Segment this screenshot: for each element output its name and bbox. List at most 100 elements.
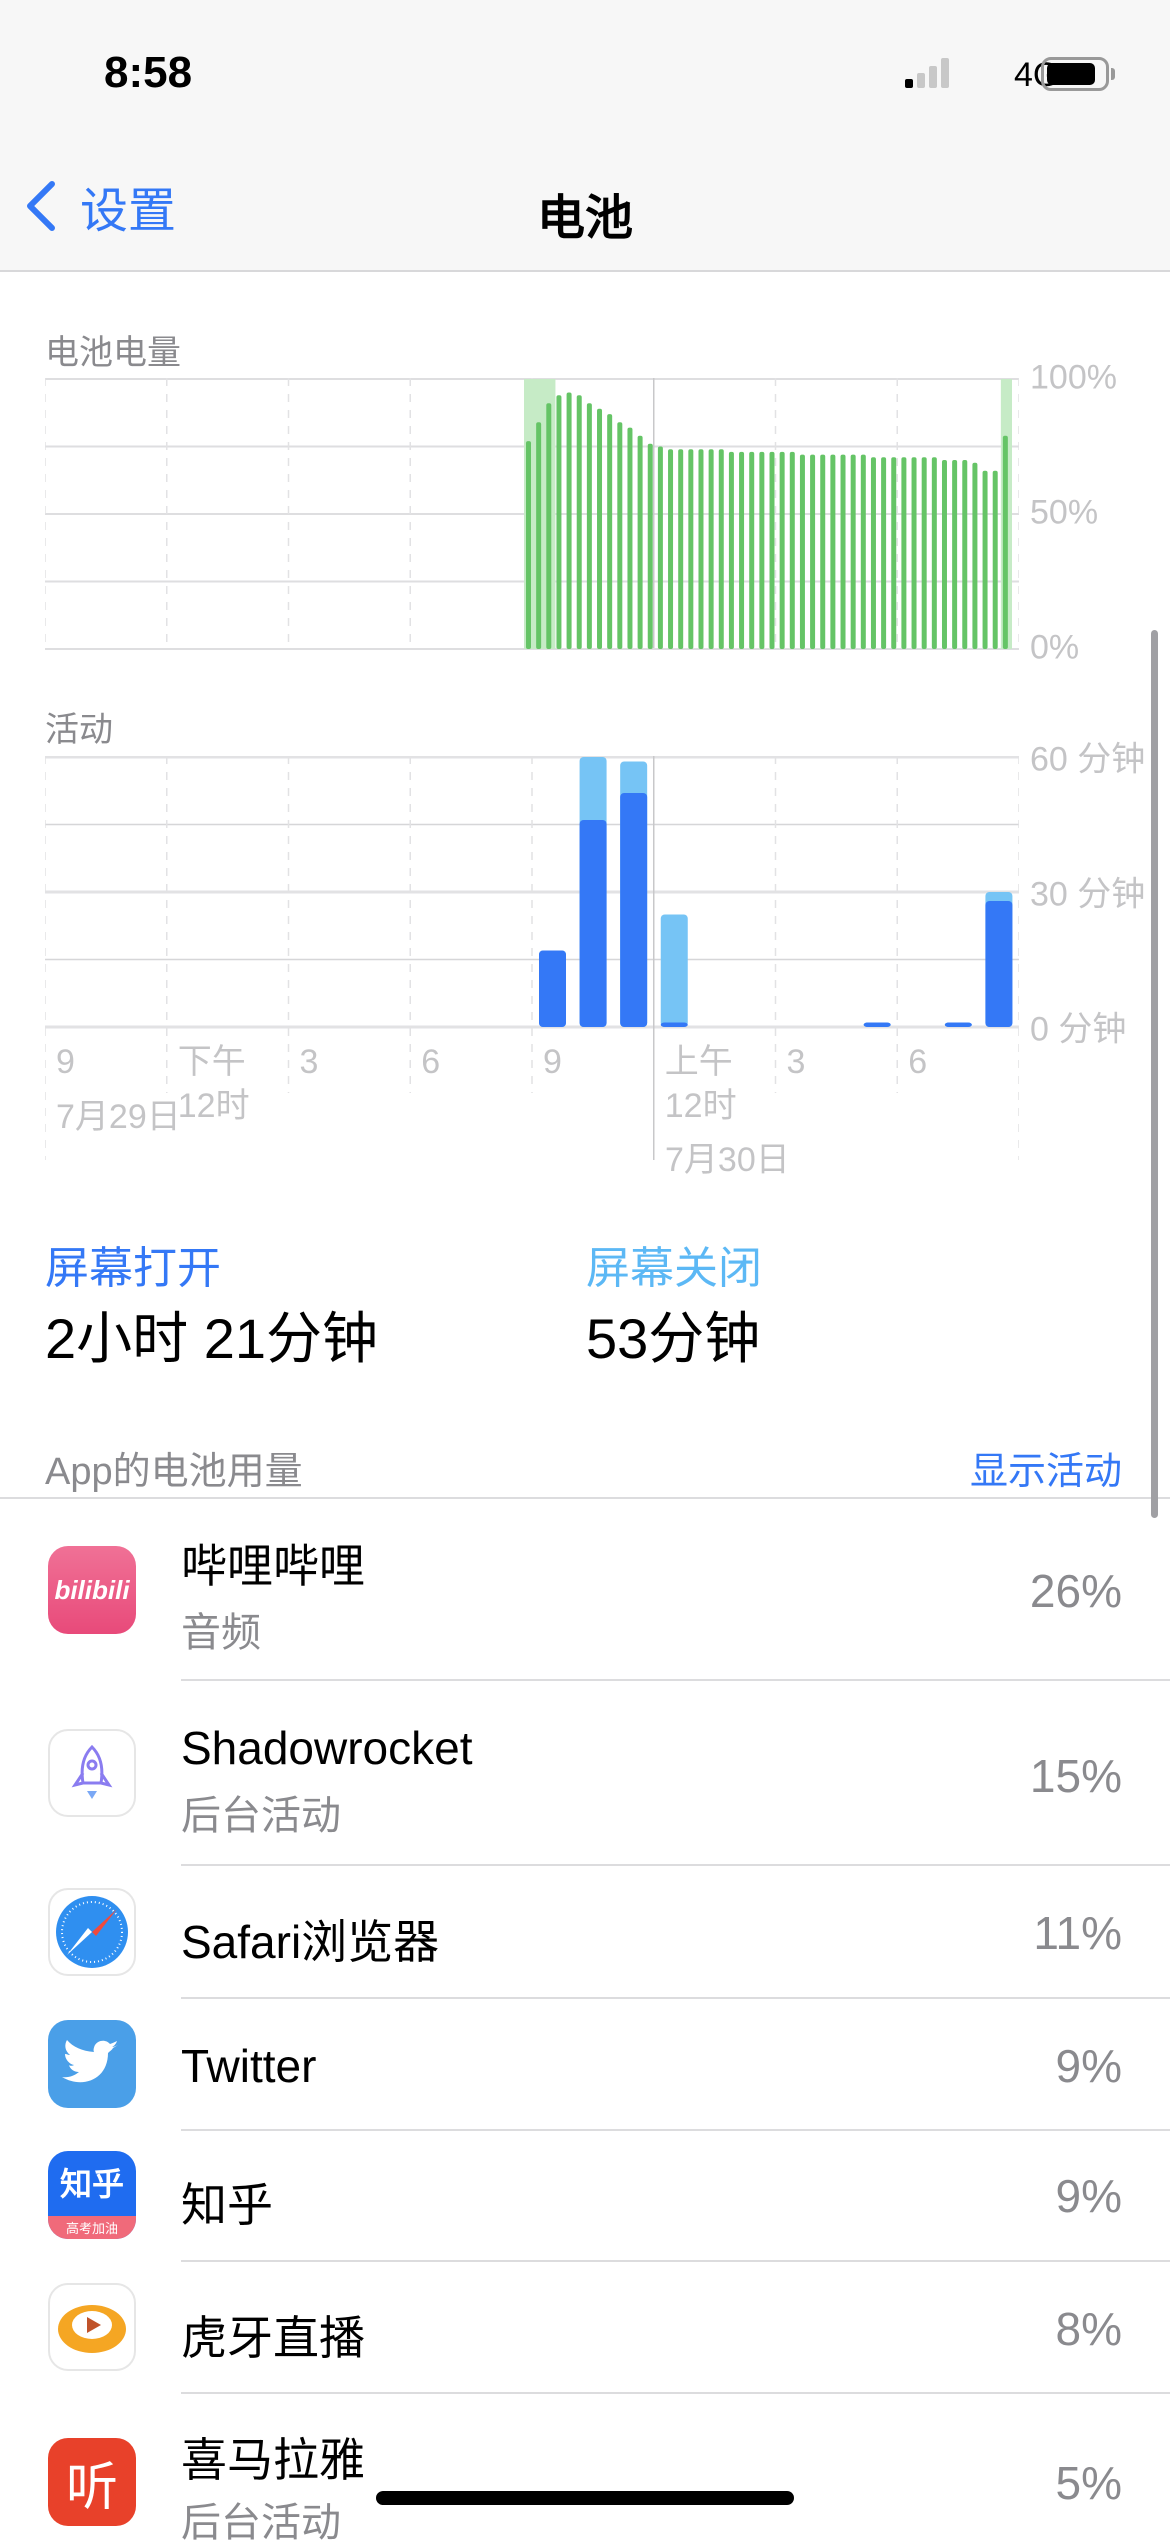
x-axis-label: 3 bbox=[299, 1043, 319, 1081]
bilibili-icon: bilibili bbox=[48, 1546, 136, 1634]
battery-bar bbox=[526, 441, 531, 649]
show-activity-button[interactable]: 显示活动 bbox=[970, 1440, 1122, 1495]
x-axis-label: 9 bbox=[543, 1043, 562, 1081]
app-name: Twitter bbox=[181, 2040, 317, 2092]
battery-bar bbox=[759, 451, 765, 649]
battery-bar bbox=[647, 443, 653, 649]
app-name: 虎牙直播 bbox=[181, 2312, 365, 2364]
battery-tip bbox=[1111, 68, 1115, 80]
battery-bar bbox=[982, 470, 988, 649]
app-percentage: 11% bbox=[1033, 1907, 1122, 1959]
battery-bar bbox=[830, 454, 836, 649]
battery-bar bbox=[668, 449, 674, 649]
battery-bar bbox=[576, 395, 582, 649]
screen-on-label: 屏幕打开 bbox=[45, 1244, 221, 1293]
app-row-twitter[interactable]: Twitter 9% bbox=[0, 1999, 1170, 2129]
app-name: 哔哩哔哩 bbox=[181, 1540, 365, 1592]
shadowrocket-icon bbox=[48, 1729, 136, 1817]
battery-bar bbox=[962, 460, 968, 649]
battery-bar bbox=[840, 454, 846, 649]
screen-on-bar bbox=[660, 1022, 688, 1027]
x-axis-sublabel: 12时 bbox=[177, 1087, 250, 1125]
battery-bar bbox=[992, 470, 998, 649]
screen-on-bar bbox=[863, 1022, 891, 1027]
activity-y-label-0: 0 分钟 bbox=[1030, 1010, 1127, 1049]
battery-bar bbox=[678, 449, 684, 649]
app-percentage: 9% bbox=[1055, 2170, 1122, 2222]
app-row-huya[interactable]: 虎牙直播 8% bbox=[0, 2262, 1170, 2392]
battery-y-label-0: 0% bbox=[1030, 628, 1080, 667]
battery-bar bbox=[789, 451, 795, 649]
status-time: 8:58 bbox=[104, 48, 193, 97]
activity-y-label-30: 30 分钟 bbox=[1030, 875, 1146, 914]
screen-on-bar bbox=[579, 820, 607, 1027]
battery-level-label: 电池电量 bbox=[45, 334, 181, 372]
page-title: 电池 bbox=[536, 192, 633, 245]
battery-y-label-100: 100% bbox=[1030, 358, 1117, 397]
battery-bar bbox=[799, 454, 805, 649]
app-subtitle: 后台活动 bbox=[181, 1794, 341, 1838]
app-subtitle: 音频 bbox=[181, 1611, 261, 1655]
ximalaya-logo-text: 听 bbox=[65, 2458, 118, 2517]
screen-off-bar bbox=[660, 914, 688, 1027]
battery-bar bbox=[739, 451, 745, 649]
x-axis-label: 6 bbox=[421, 1043, 441, 1081]
battery-bar bbox=[627, 427, 633, 649]
zhihu-logo-text: 知乎 bbox=[59, 2166, 124, 2202]
battery-bar bbox=[921, 457, 927, 649]
battery-bar bbox=[749, 451, 755, 649]
app-row-zhihu[interactable]: 知乎 高考加油 知乎 9% bbox=[0, 2131, 1170, 2260]
battery-bar bbox=[870, 457, 876, 649]
x-axis-label: 9 bbox=[56, 1043, 75, 1081]
x-axis-label: 下午 bbox=[177, 1043, 246, 1081]
battery-bar bbox=[536, 422, 542, 649]
x-axis-label: 3 bbox=[786, 1043, 806, 1081]
x-axis-label: 6 bbox=[908, 1043, 928, 1081]
home-indicator[interactable] bbox=[376, 2491, 794, 2505]
signal-icon bbox=[905, 58, 949, 88]
battery-bar bbox=[688, 449, 694, 649]
bilibili-logo-text: bilibili bbox=[54, 1574, 130, 1605]
date-label-jul30: 7月30日 bbox=[665, 1141, 790, 1179]
twitter-icon bbox=[48, 2020, 136, 2108]
battery-bar bbox=[891, 457, 897, 649]
battery-y-label-50: 50% bbox=[1030, 493, 1099, 532]
battery-icon bbox=[1041, 57, 1109, 91]
battery-bar bbox=[952, 460, 958, 649]
activity-y-label-60: 60 分钟 bbox=[1030, 740, 1146, 779]
huya-icon bbox=[48, 2283, 136, 2371]
date-label-jul29: 7月29日 bbox=[56, 1098, 181, 1136]
x-axis-sublabel: 12时 bbox=[664, 1087, 737, 1125]
battery-bar bbox=[597, 408, 603, 649]
battery-bar bbox=[586, 403, 592, 649]
screen-on-bar bbox=[620, 793, 648, 1027]
app-row-ximalaya[interactable]: 听 喜马拉雅 后台活动 5% bbox=[0, 2394, 1170, 2545]
battery-bar bbox=[931, 457, 937, 649]
app-percentage: 9% bbox=[1055, 2040, 1122, 2092]
app-name: Safari浏览器 bbox=[181, 1916, 440, 1968]
app-row-shadowrocket[interactable]: Shadowrocket 后台活动 15% bbox=[0, 1681, 1170, 1864]
battery-bar bbox=[881, 457, 887, 649]
app-name: Shadowrocket bbox=[181, 1722, 473, 1774]
app-subtitle: 后台活动 bbox=[181, 2501, 341, 2545]
battery-bar bbox=[637, 435, 643, 649]
battery-bar bbox=[657, 446, 663, 649]
battery-bar bbox=[810, 454, 816, 649]
screen-off-label: 屏幕关闭 bbox=[586, 1244, 762, 1293]
divider bbox=[0, 1497, 1170, 1499]
safari-icon bbox=[48, 1888, 136, 1976]
battery-bar bbox=[850, 454, 856, 649]
scrollbar[interactable] bbox=[1151, 630, 1158, 1518]
app-row-safari[interactable]: Safari浏览器 11% bbox=[0, 1866, 1170, 1997]
app-name: 喜马拉雅 bbox=[181, 2434, 365, 2486]
battery-bar bbox=[779, 451, 785, 649]
battery-bar bbox=[972, 462, 978, 649]
app-row-bilibili[interactable]: bilibili 哔哩哔哩 音频 26% bbox=[0, 1500, 1170, 1680]
screen-on-value: 2小时 21分钟 bbox=[45, 1307, 378, 1370]
battery-bar bbox=[860, 454, 866, 649]
app-percentage: 5% bbox=[1055, 2457, 1122, 2509]
battery-bar bbox=[617, 422, 623, 649]
battery-bar bbox=[607, 414, 613, 649]
screen-off-value: 53分钟 bbox=[586, 1307, 761, 1370]
screen-on-bar bbox=[539, 950, 566, 1027]
